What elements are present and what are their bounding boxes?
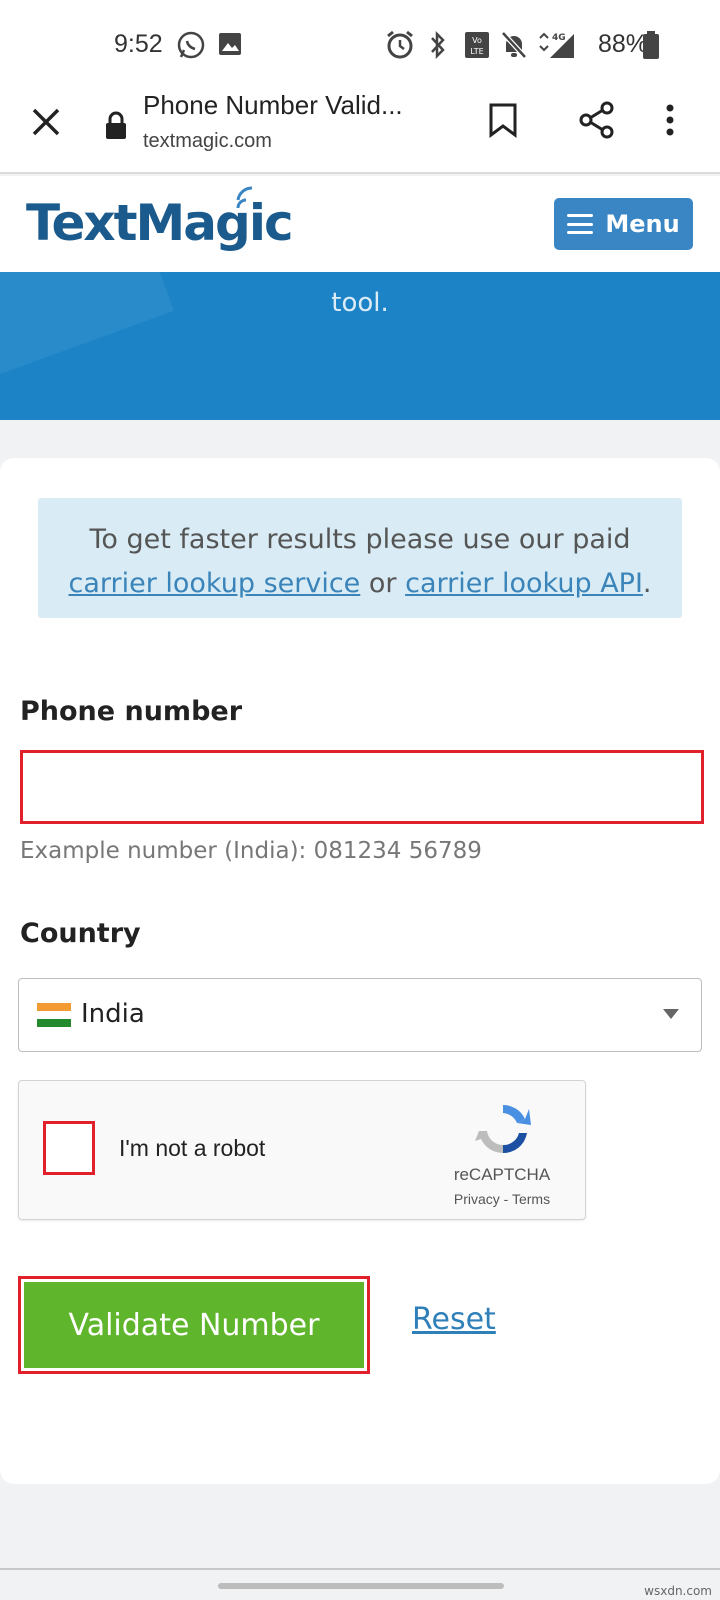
carrier-lookup-api-link[interactable]: carrier lookup API	[405, 568, 643, 599]
more-options-icon[interactable]	[665, 102, 675, 142]
recaptcha-separator: -	[503, 1191, 509, 1207]
phone-example-hint: Example number (India): 081234 56789	[20, 838, 482, 864]
watermark-text: wsxdn.com	[644, 1584, 712, 1598]
recaptcha-privacy-link[interactable]: Privacy	[454, 1191, 500, 1207]
bookmark-icon[interactable]	[488, 102, 518, 142]
gesture-nav-bar[interactable]	[218, 1583, 504, 1589]
image-icon	[218, 30, 242, 62]
notice-text: To get faster results please use our pai…	[89, 524, 631, 555]
mute-icon	[500, 30, 528, 64]
status-time: 9:52	[114, 30, 163, 58]
notice-or: or	[368, 568, 397, 599]
country-selected-value: India	[81, 999, 145, 1029]
hero-banner: tool.	[0, 272, 720, 420]
page-bottom-divider	[0, 1568, 720, 1570]
reset-link[interactable]: Reset	[412, 1302, 496, 1337]
signal-4g-icon: 4G	[536, 30, 576, 64]
menu-label: Menu	[605, 210, 680, 238]
menu-button[interactable]: Menu	[554, 198, 693, 250]
validate-number-button[interactable]: Validate Number	[18, 1276, 370, 1374]
recaptcha-terms-link[interactable]: Terms	[512, 1191, 550, 1207]
signal-wave-icon	[234, 186, 264, 216]
validate-number-label: Validate Number	[24, 1282, 364, 1368]
battery-icon	[642, 30, 660, 64]
recaptcha-brand: reCAPTCHA	[453, 1165, 551, 1184]
dropdown-arrow-icon	[663, 1009, 679, 1019]
notice-period: .	[642, 568, 652, 599]
page-title[interactable]: Phone Number Valid...	[143, 90, 443, 121]
lock-icon[interactable]	[104, 110, 128, 144]
browser-toolbar: Phone Number Valid... textmagic.com	[0, 90, 720, 174]
india-flag-icon	[37, 1003, 71, 1027]
site-header: TextMagic Menu	[0, 176, 720, 272]
hamburger-icon	[567, 214, 594, 234]
battery-percent: 88%	[598, 30, 649, 58]
hero-text: tool.	[331, 288, 389, 318]
volte-icon: Vo LTE	[464, 30, 490, 64]
not-robot-checkbox[interactable]	[43, 1121, 95, 1175]
recaptcha-logo-icon	[473, 1099, 533, 1163]
whatsapp-icon	[176, 30, 206, 64]
svg-text:LTE: LTE	[470, 47, 483, 56]
status-bar: 9:52 Vo LTE 4G 88%	[0, 0, 720, 90]
validator-card: To get faster results please use our pai…	[0, 458, 720, 1484]
country-select[interactable]: India	[18, 978, 702, 1052]
country-label: Country	[20, 918, 141, 949]
svg-text:Vo: Vo	[472, 36, 482, 45]
share-icon[interactable]	[578, 100, 616, 144]
recaptcha-links: Privacy - Terms	[429, 1191, 575, 1207]
carrier-lookup-service-link[interactable]: carrier lookup service	[68, 568, 360, 599]
paid-service-notice: To get faster results please use our pai…	[38, 498, 682, 618]
alarm-icon	[386, 30, 414, 64]
close-icon[interactable]	[28, 104, 64, 140]
phone-number-label: Phone number	[20, 696, 243, 727]
bluetooth-icon	[428, 30, 448, 64]
not-robot-label: I'm not a robot	[119, 1135, 266, 1161]
svg-text:4G: 4G	[552, 33, 566, 43]
phone-number-input[interactable]	[20, 750, 704, 824]
page-url[interactable]: textmagic.com	[143, 130, 272, 153]
recaptcha-widget: I'm not a robot reCAPTCHA Privacy - Term…	[18, 1080, 586, 1220]
